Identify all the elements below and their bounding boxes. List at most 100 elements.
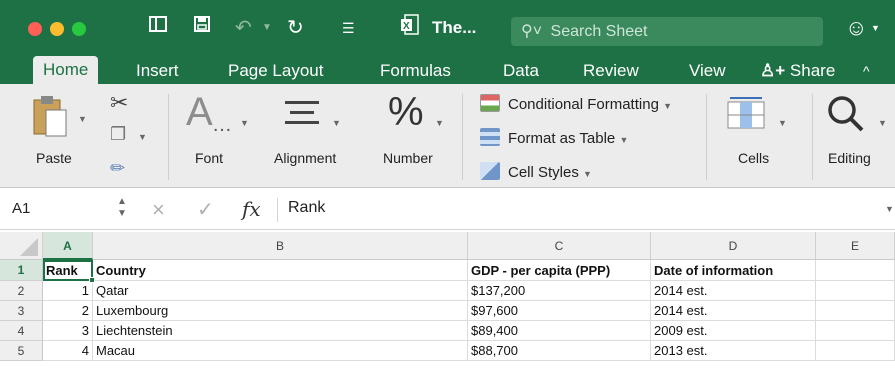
cell[interactable]: 4: [43, 341, 93, 361]
spreadsheet-grid: A B C D E 1 Rank Country GDP - per capit…: [0, 232, 895, 368]
cell[interactable]: $137,200: [468, 281, 651, 301]
feedback-dropdown-icon[interactable]: ▼: [871, 14, 880, 42]
tab-formulas[interactable]: Formulas: [380, 58, 451, 84]
cell[interactable]: 1: [43, 281, 93, 301]
cell[interactable]: 2014 est.: [651, 301, 816, 321]
row-header[interactable]: 3: [0, 301, 43, 321]
ribbon-separator: [812, 94, 813, 180]
row-header[interactable]: 5: [0, 341, 43, 361]
cell[interactable]: GDP - per capita (PPP): [468, 260, 651, 281]
tab-page-layout[interactable]: Page Layout: [228, 58, 323, 84]
column-header-d[interactable]: D: [651, 232, 816, 260]
save-icon[interactable]: [192, 14, 212, 42]
tab-insert[interactable]: Insert: [136, 58, 179, 84]
font-dropdown-icon[interactable]: ▼: [240, 118, 249, 128]
cell-styles-button[interactable]: Cell Styles ▼: [480, 162, 592, 181]
cell[interactable]: 2014 est.: [651, 281, 816, 301]
cell[interactable]: 2009 est.: [651, 321, 816, 341]
undo-icon[interactable]: ↶: [235, 14, 252, 42]
close-window-button[interactable]: [28, 22, 42, 36]
window-title: The...: [432, 18, 477, 37]
cell[interactable]: [816, 260, 895, 281]
sidebar-toggle-icon[interactable]: [148, 14, 168, 42]
column-header-a[interactable]: A: [43, 232, 93, 260]
percent-icon[interactable]: %: [388, 90, 424, 135]
column-header-c[interactable]: C: [468, 232, 651, 260]
name-box-stepper-icon[interactable]: ▲ ▼: [117, 196, 127, 220]
add-person-icon: ♙+: [760, 61, 786, 80]
alignment-icon[interactable]: [285, 100, 319, 131]
smiley-feedback-icon[interactable]: ☺: [845, 14, 867, 42]
zoom-window-button[interactable]: [72, 22, 86, 36]
cell[interactable]: Date of information: [651, 260, 816, 281]
minimize-window-button[interactable]: [50, 22, 64, 36]
cells-label: Cells: [738, 150, 770, 166]
insert-function-icon[interactable]: fx: [242, 197, 261, 221]
row-header[interactable]: 1: [0, 260, 43, 281]
cell[interactable]: [816, 301, 895, 321]
cell[interactable]: Macau: [93, 341, 468, 361]
fill-handle[interactable]: [89, 277, 95, 283]
row-header[interactable]: 2: [0, 281, 43, 301]
expand-formula-icon[interactable]: ▼: [885, 204, 894, 214]
conditional-formatting-button[interactable]: Conditional Formatting ▼: [480, 94, 672, 113]
number-dropdown-icon[interactable]: ▼: [435, 118, 444, 128]
search-placeholder: Search Sheet: [550, 23, 648, 40]
row-header[interactable]: 4: [0, 321, 43, 341]
editing-search-icon[interactable]: [826, 94, 866, 139]
font-label: Font: [195, 150, 224, 166]
cells-dropdown-icon[interactable]: ▼: [778, 118, 787, 128]
cell[interactable]: $97,600: [468, 301, 651, 321]
tab-view[interactable]: View: [689, 58, 726, 84]
svg-text:X: X: [403, 21, 410, 32]
ribbon-separator: [462, 94, 463, 180]
cell[interactable]: $89,400: [468, 321, 651, 341]
tab-data[interactable]: Data: [503, 58, 539, 84]
cut-icon[interactable]: ✂: [110, 90, 128, 116]
search-sheet-input[interactable]: ⚲˅ Search Sheet: [511, 17, 823, 46]
name-box[interactable]: A1: [12, 200, 30, 217]
share-label: Share: [789, 61, 836, 80]
number-label: Number: [383, 150, 433, 166]
cell[interactable]: Liechtenstein: [93, 321, 468, 341]
cell[interactable]: Qatar: [93, 281, 468, 301]
column-header-b[interactable]: B: [93, 232, 468, 260]
redo-icon[interactable]: ↻: [287, 14, 304, 42]
cells-icon[interactable]: [726, 94, 766, 135]
formula-input[interactable]: Rank: [288, 199, 325, 217]
ribbon-tabs: Home Insert Page Layout Formulas Data Re…: [0, 56, 895, 84]
editing-label: Editing: [828, 150, 871, 166]
copy-dropdown-icon[interactable]: ▼: [138, 132, 147, 142]
format-painter-icon[interactable]: ✏: [110, 158, 125, 179]
cell[interactable]: 3: [43, 321, 93, 341]
customize-toolbar-icon[interactable]: ☰: [342, 14, 355, 42]
paste-icon[interactable]: [32, 94, 70, 143]
font-icon[interactable]: A: [186, 90, 213, 135]
copy-icon[interactable]: ❐: [110, 124, 126, 145]
cell[interactable]: [816, 341, 895, 361]
select-all-corner[interactable]: [0, 232, 43, 260]
cell[interactable]: $88,700: [468, 341, 651, 361]
cell-styles-label: Cell Styles: [508, 164, 579, 181]
cell[interactable]: [816, 281, 895, 301]
share-button[interactable]: ♙+ Share: [760, 58, 835, 84]
confirm-entry-icon[interactable]: ✓: [197, 197, 214, 222]
paste-dropdown-icon[interactable]: ▼: [78, 114, 87, 124]
cell[interactable]: [816, 321, 895, 341]
alignment-label: Alignment: [274, 150, 337, 166]
cell[interactable]: Luxembourg: [93, 301, 468, 321]
cell[interactable]: Country: [93, 260, 468, 281]
editing-dropdown-icon[interactable]: ▼: [878, 118, 887, 128]
tab-review[interactable]: Review: [583, 58, 639, 84]
format-as-table-button[interactable]: Format as Table ▼: [480, 128, 628, 147]
undo-dropdown-icon[interactable]: ▼: [262, 14, 272, 42]
column-header-e[interactable]: E: [816, 232, 895, 260]
tab-home[interactable]: Home: [33, 56, 99, 84]
cell[interactable]: 2013 est.: [651, 341, 816, 361]
collapse-ribbon-icon[interactable]: ^: [863, 58, 870, 84]
formula-separator: [277, 198, 278, 222]
cell[interactable]: 2: [43, 301, 93, 321]
alignment-dropdown-icon[interactable]: ▼: [332, 118, 341, 128]
title-bar: ↶ ▼ ↻ ☰ X The... ⚲˅ Search Sheet ☺ ▼: [0, 0, 895, 56]
cancel-entry-icon[interactable]: ×: [152, 197, 165, 223]
